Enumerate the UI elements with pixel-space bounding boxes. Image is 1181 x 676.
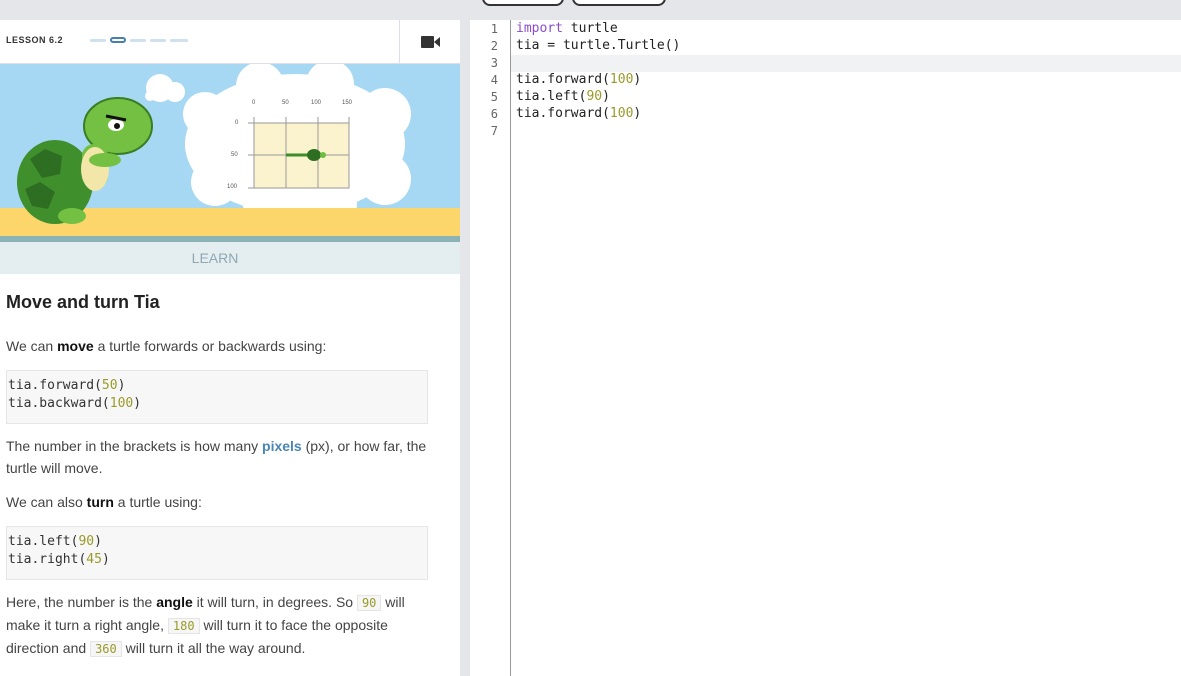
code-number: 100 [609,106,634,121]
active-line-highlight [470,55,1181,72]
code-text: turtle [562,21,618,36]
grid-x-tick: 150 [342,100,353,106]
panel-resize-handle[interactable] [460,20,470,676]
tab-learn[interactable]: LEARN [0,250,430,266]
progress-step[interactable] [170,39,188,42]
code-example-turn: tia.left(90) tia.right(45) [6,526,428,580]
code-paren: ) [101,552,110,567]
inline-code: 360 [90,641,122,657]
code-line[interactable]: import turtle [516,21,618,36]
code-line[interactable]: tia = turtle.Turtle() [516,38,680,53]
learn-tab-bar: LEARN [0,242,460,274]
code-fn: tia.right( [8,552,87,567]
code-paren: ) [633,72,642,87]
lesson-panel: LESSON 6.2 0 50 100 150 0 50 100 LEARN M… [0,20,460,676]
video-camera-icon [421,36,440,48]
toolbar-button-1[interactable] [482,0,564,6]
line-number: 1 [490,22,498,36]
progress-step[interactable] [90,39,106,42]
code-line[interactable]: tia.forward(100) [516,106,641,121]
grid-y-tick: 100 [227,184,238,190]
code-fn: tia.forward( [8,378,102,393]
bold-text: angle [156,594,193,610]
progress-step[interactable] [150,39,166,42]
toolbar-button-2[interactable] [572,0,666,6]
grid-x-tick: 0 [252,100,256,106]
top-toolbar: 297 [0,0,1181,20]
line-number: 2 [490,39,498,53]
code-paren: ) [633,106,642,121]
code-line: tia.left(90) [8,533,426,551]
lesson-illustration: 0 50 100 150 0 50 100 [0,64,460,242]
text: a turtle forwards or backwards using: [93,338,327,354]
code-example-move: tia.forward(50) tia.backward(100) [6,370,428,424]
lesson-header: LESSON 6.2 [0,20,460,64]
paragraph-angle: Here, the number is the angle it will tu… [6,591,428,660]
bold-text: turn [86,494,114,510]
progress-step[interactable] [130,39,146,42]
line-number: 5 [490,90,498,104]
line-number-gutter: 1 2 3 4 5 6 7 [470,20,511,676]
grid-x-tick: 50 [282,100,289,106]
text: a turtle using: [113,494,202,510]
code-editor[interactable]: 1 2 3 4 5 6 7 import turtle tia = turtle… [470,20,1181,676]
paragraph-move: We can move a turtle forwards or backwar… [6,335,428,357]
grid-x-tick: 100 [311,100,322,106]
code-fn: tia.forward( [516,72,610,87]
code-paren: ) [94,534,102,549]
code-number: 45 [86,552,102,567]
code-text: tia = turtle.Turtle() [516,38,681,53]
line-number: 3 [490,56,498,70]
code-paren: ) [602,89,610,104]
code-number: 100 [109,396,134,411]
text: We can [6,338,58,354]
lesson-title: Move and turn Tia [6,292,160,312]
code-paren: ) [117,378,126,393]
code-paren: ) [133,396,142,411]
line-number: 4 [490,73,498,87]
pixels-link[interactable]: pixels [262,438,302,454]
text: We can also [6,494,87,510]
paragraph-turn: We can also turn a turtle using: [6,491,428,513]
code-line[interactable]: tia.left(90) [516,89,610,104]
line-number: 7 [490,124,498,138]
code-number: 90 [586,89,603,104]
code-fn: tia.left( [516,89,587,104]
code-number: 90 [78,534,95,549]
code-line: tia.right(45) [8,551,426,569]
grid-y-tick: 50 [231,152,238,158]
text: The number in the brackets is how many [6,438,263,454]
code-line: tia.backward(100) [8,395,426,413]
text: will turn it all the way around. [121,640,306,656]
code-fn: tia.forward( [516,106,610,121]
code-keyword: import [516,21,563,36]
toolbar-number: 297 [400,0,417,3]
inline-code: 90 [356,595,382,611]
text: it will turn, in degrees. So [192,594,357,610]
code-number: 50 [101,378,118,393]
line-number: 6 [490,107,498,121]
paragraph-pixels: The number in the brackets is how many p… [6,435,428,479]
video-button[interactable] [399,20,460,64]
bold-text: move [57,338,94,354]
code-line: tia.forward(50) [8,377,426,395]
grid-y-tick: 0 [235,120,239,126]
text: Here, the number is the [6,594,157,610]
code-fn: tia.backward( [8,396,110,411]
progress-step-current[interactable] [110,37,126,43]
code-line[interactable]: tia.forward(100) [516,72,641,87]
code-number: 100 [609,72,634,87]
inline-code: 180 [167,618,200,634]
code-fn: tia.left( [8,534,79,549]
cloud-grid-illustration [0,64,460,242]
lesson-label: LESSON 6.2 [6,35,64,45]
